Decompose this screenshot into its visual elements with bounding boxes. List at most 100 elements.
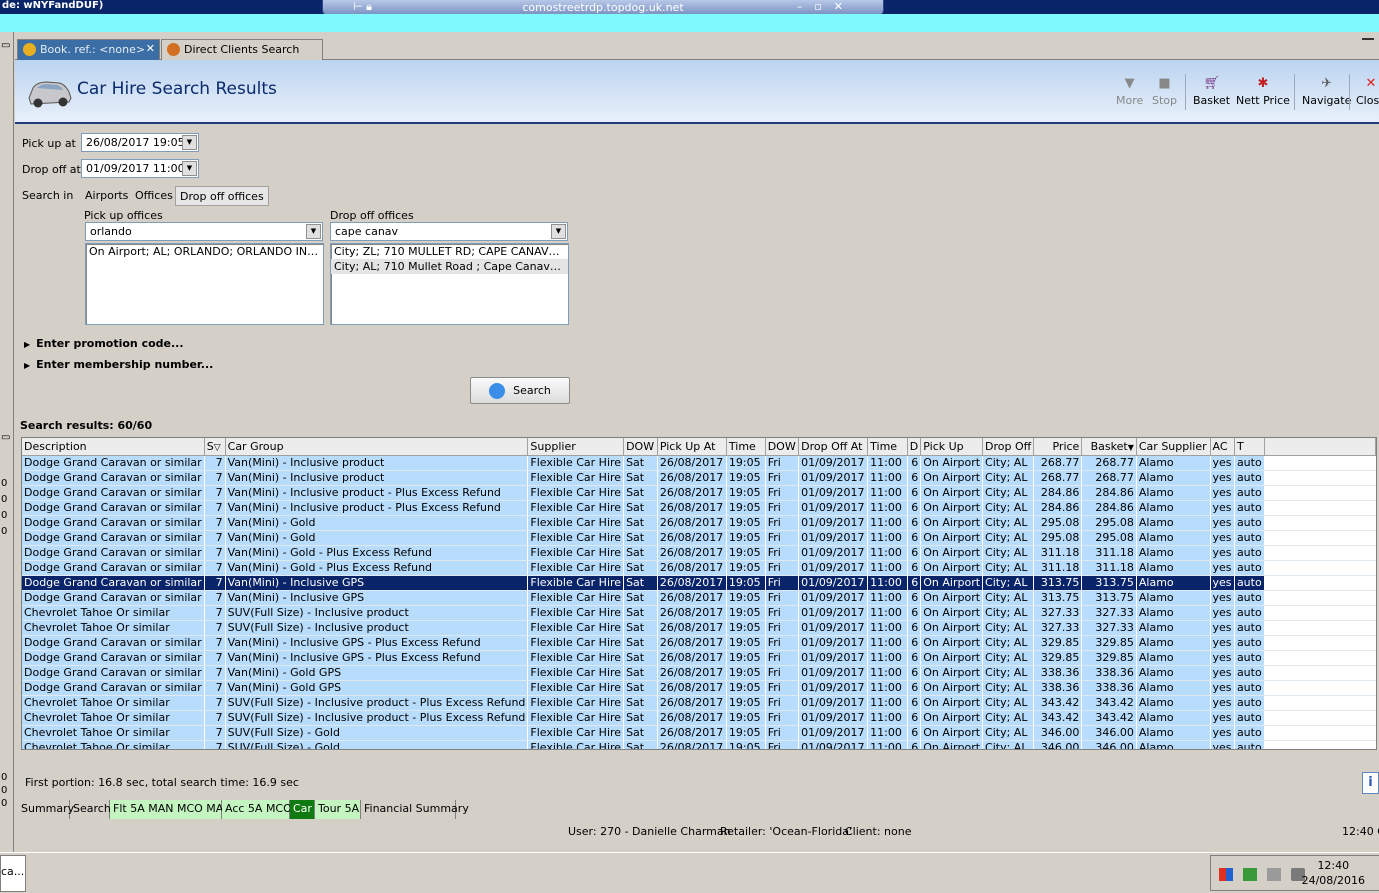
table-cell: Fri [765,710,800,726]
table-row[interactable]: Chevrolet Tahoe Or similar 7 SUV(Full Size… [22,725,1376,741]
nett-price-button[interactable]: ✱ Nett Price [1236,76,1290,107]
search-button-label: Search [513,384,551,397]
column-header[interactable]: Pick Up [920,438,984,456]
tab-summary[interactable]: Summary [18,800,74,819]
promotion-code-expander[interactable]: ▶ Enter promotion code... [24,337,184,350]
tab-direct-clients-search[interactable]: Direct Clients Search [161,39,323,60]
column-header[interactable]: Drop Off At [798,438,869,456]
table-row[interactable]: Dodge Grand Caravan or similar 7 Van(Mini)… [22,680,1376,696]
clock[interactable]: 12:40 24/08/2016 [1302,858,1365,888]
membership-number-expander[interactable]: ▶ Enter membership number... [24,358,213,371]
table-row[interactable]: Dodge Grand Caravan or similar 7 Van(Mini)… [22,455,1376,471]
column-header[interactable]: Pick Up At [657,438,727,456]
column-header-s[interactable]: S▽ [204,438,226,456]
pickup-offices-list[interactable]: On Airport; AL; ORLANDO; ORLANDO INTERNA… [85,243,324,325]
tab-tour[interactable]: Tour 5A [315,800,361,819]
table-cell: 311.18 [1081,545,1137,561]
computer-icon[interactable] [1267,868,1281,881]
table-row[interactable]: Dodge Grand Caravan or similar 7 Van(Mini)… [22,530,1376,546]
table-row[interactable]: Dodge Grand Caravan or similar 7 Van(Mini)… [22,485,1376,501]
column-header[interactable]: DOW [765,438,800,456]
tab-financial-summary[interactable]: Financial Summary [361,800,469,819]
table-row[interactable]: Chevrolet Tahoe Or similar 7 SUV(Full Size… [22,605,1376,621]
filter-icon[interactable]: ▽ [214,443,221,453]
dropdown-arrow-icon[interactable]: ▼ [551,224,566,239]
list-item[interactable]: On Airport; AL; ORLANDO; ORLANDO INTERNA… [86,244,323,259]
tab-accommodation[interactable]: Acc 5A MCO [222,800,292,819]
table-cell: 284.86 [1081,485,1137,501]
table-row[interactable]: Dodge Grand Caravan or similar 7 Van(Mini)… [22,515,1376,531]
list-item[interactable]: City; AL; 710 Mullet Road ; Cape Canaver… [331,259,568,274]
more-button[interactable]: ▼ More [1116,76,1143,107]
dropoff-offices-list[interactable]: City; ZL; 710 MULLET RD; CAPE CANAVERAL;… [330,243,569,325]
table-row[interactable]: Chevrolet Tahoe Or similar 7 SUV(Full Size… [22,740,1376,749]
info-icon[interactable]: i [1362,772,1379,794]
basket-button[interactable]: 🛒︎ Basket [1193,76,1230,107]
search-in-airports[interactable]: Airports [81,186,132,206]
table-cell: Sat [623,635,658,651]
close-icon[interactable]: ✕ [146,42,155,55]
column-header[interactable]: Time [726,438,766,456]
table-cell: 26/08/2017 [657,665,727,681]
tab-booking[interactable]: Book. ref.: <none> ✕ [17,39,160,60]
table-row[interactable]: Dodge Grand Caravan or similar 7 Van(Mini)… [22,560,1376,576]
table-row[interactable]: Dodge Grand Caravan or similar 7 Van(Mini)… [22,665,1376,681]
table-row[interactable]: Chevrolet Tahoe Or similar 7 SUV(Full Size… [22,695,1376,711]
column-header[interactable]: Drop Off [982,438,1035,456]
table-cell: yes [1210,500,1235,516]
close-button[interactable]: ✕ Close [1356,76,1379,107]
stop-button[interactable]: ■ Stop [1152,76,1177,107]
column-header[interactable]: Price [1033,438,1083,456]
search-in-drop-off-offices[interactable]: Drop off offices [175,186,269,206]
table-cell: 26/08/2017 [657,500,727,516]
table-row[interactable]: Chevrolet Tahoe Or similar 7 SUV(Full Size… [22,620,1376,636]
search-button[interactable]: Search [470,377,570,404]
column-header[interactable]: Time [867,438,908,456]
column-header[interactable]: AC [1210,438,1235,456]
pickup-offices-input[interactable]: orlando ▼ [85,222,323,241]
table-row[interactable]: Dodge Grand Caravan or similar 7 Van(Mini)… [22,470,1376,486]
collapse-icon[interactable]: ▭ [1,40,10,51]
table-row[interactable]: Dodge Grand Caravan or similar 7 Van(Mini)… [22,590,1376,606]
tab-car[interactable]: Car [290,800,315,819]
table-row[interactable]: Dodge Grand Caravan or similar 7 Van(Mini)… [22,500,1376,516]
table-cell: yes [1210,725,1235,741]
rdp-window-controls[interactable]: –▫✕ [797,0,855,13]
column-header-basket[interactable]: Basket▼ [1081,438,1137,456]
column-header[interactable]: D [907,438,922,456]
network-icon[interactable] [1243,868,1257,881]
column-header[interactable]: Supplier [527,438,625,456]
dropdown-arrow-icon[interactable]: ▼ [306,224,321,239]
table-row[interactable]: Dodge Grand Caravan or similar 7 Van(Mini)… [22,575,1376,591]
tab-search[interactable]: Search [70,800,111,819]
search-results-count: Search results: 60/60 [20,419,153,432]
column-header[interactable]: DOW [623,438,658,456]
dropoff-datetime-picker[interactable]: 01/09/2017 11:00 ▼ [81,159,199,178]
table-row[interactable]: Chevrolet Tahoe Or similar 7 SUV(Full Size… [22,710,1376,726]
navigate-button[interactable]: ✈︎ Navigate [1302,76,1351,107]
column-header[interactable]: Description [22,438,205,456]
column-header[interactable]: Car Supplier [1136,438,1211,456]
search-in-offices[interactable]: Offices [131,186,177,206]
table-row[interactable]: Dodge Grand Caravan or similar 7 Van(Mini)… [22,635,1376,651]
list-item[interactable]: City; ZL; 710 MULLET RD; CAPE CANAVERAL;… [331,244,568,259]
results-grid[interactable]: Description S▽ Car Group Supplier DOW Pi… [21,437,1377,750]
maximize-icon[interactable] [1362,38,1374,46]
table-row[interactable]: Dodge Grand Caravan or similar 7 Van(Mini)… [22,545,1376,561]
column-header[interactable]: Car Group [225,438,529,456]
pickup-datetime-picker[interactable]: 26/08/2017 19:05 ▼ [81,133,199,152]
dropoff-offices-input[interactable]: cape canav ▼ [330,222,568,241]
tab-flight[interactable]: Flt 5A MAN MCO MAN [110,800,232,819]
collapse-icon-2[interactable]: ▭ [1,432,10,443]
table-row[interactable]: Dodge Grand Caravan or similar 7 Van(Mini)… [22,650,1376,666]
windows-flag-icon[interactable] [1219,868,1233,881]
table-cell: City; AL [982,575,1035,591]
table-cell: 01/09/2017 [798,470,869,486]
taskbar-item[interactable]: ca... [0,855,26,892]
table-cell: SUV(Full Size) - Inclusive product [225,620,529,636]
table-cell: auto [1234,455,1265,471]
table-cell: Dodge Grand Caravan or similar [22,515,205,531]
column-header[interactable]: T [1234,438,1265,456]
dropdown-arrow-icon[interactable]: ▼ [182,135,197,150]
dropdown-arrow-icon[interactable]: ▼ [182,161,197,176]
